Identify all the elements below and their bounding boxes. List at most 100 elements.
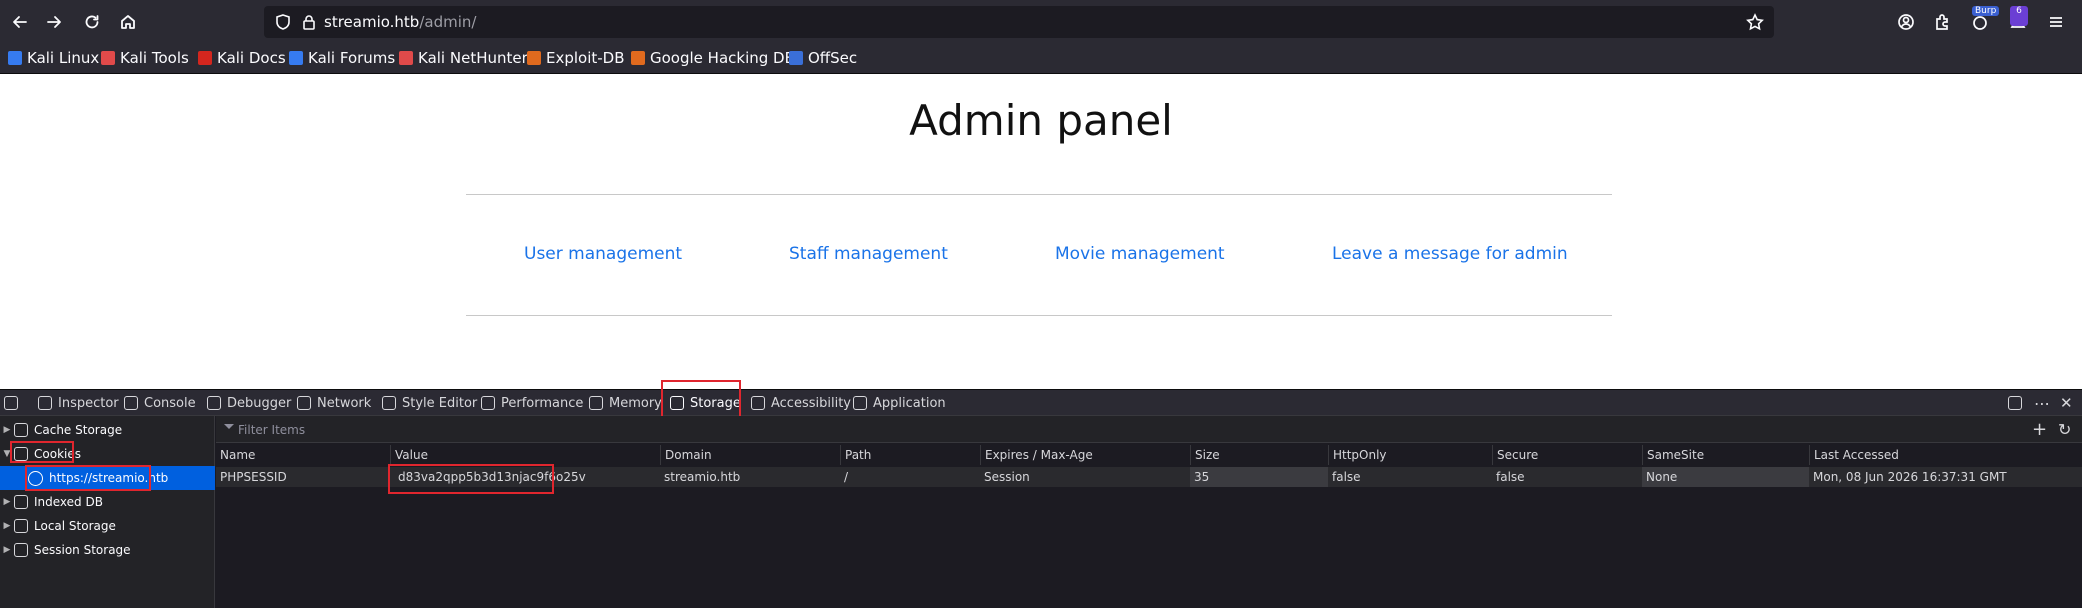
memory-icon	[589, 396, 603, 410]
tree-label: Cache Storage	[34, 423, 123, 437]
tab-application[interactable]: Application	[853, 390, 946, 416]
tab-style-editor[interactable]: Style Editor	[382, 390, 477, 416]
column-header-domain[interactable]: Domain	[660, 445, 712, 465]
cookie-expires-cell[interactable]: Session	[980, 467, 1030, 487]
tab-label: Performance	[501, 395, 584, 411]
tree-local-storage[interactable]: ▶ Local Storage	[0, 514, 215, 538]
tab-performance[interactable]: Performance	[481, 390, 583, 416]
bookmark-label: OffSec	[808, 49, 858, 67]
dock-button[interactable]	[2008, 390, 2022, 416]
page-title: Admin panel	[909, 96, 1173, 145]
bookmarks-toolbar: Kali Linux Kali Tools Kali Docs Kali For…	[0, 44, 2082, 74]
plus-icon: +	[2032, 419, 2048, 440]
burp-badge: Burp	[1972, 6, 2000, 16]
tree-session-storage[interactable]: ▶ Session Storage	[0, 538, 215, 562]
movie-management-link[interactable]: Movie management	[1055, 244, 1225, 264]
debugger-icon	[207, 396, 221, 410]
cookie-name-cell[interactable]: PHPSESSID	[216, 467, 287, 487]
offsec-icon	[789, 51, 803, 65]
kali-forums-icon	[289, 51, 303, 65]
network-icon	[297, 396, 311, 410]
cookie-httponly-cell[interactable]: false	[1328, 467, 1361, 487]
cookie-size-cell[interactable]: 35	[1190, 467, 1209, 487]
menu-icon[interactable]	[2044, 10, 2068, 34]
bookmark-offsec[interactable]: OffSec	[789, 49, 857, 67]
tab-memory[interactable]: Memory	[589, 390, 662, 416]
column-header-name[interactable]: Name	[216, 445, 255, 465]
bookmark-kali-docs[interactable]: Kali Docs	[198, 49, 286, 67]
cookie-last-accessed-cell[interactable]: Mon, 08 Jun 2026 16:37:31 GMT	[1809, 467, 2007, 487]
reload-button[interactable]	[78, 8, 106, 36]
url-text[interactable]: streamio.htb/admin/	[324, 13, 476, 31]
inspector-icon	[38, 396, 52, 410]
user-management-link[interactable]: User management	[524, 244, 682, 264]
extensions-icon[interactable]	[1930, 10, 1954, 34]
refresh-items-button[interactable]: ↻	[2058, 420, 2071, 439]
arrow-right-icon	[47, 16, 61, 28]
tab-debugger[interactable]: Debugger	[207, 390, 291, 416]
leave-message-link[interactable]: Leave a message for admin	[1332, 244, 1568, 264]
tree-label: Session Storage	[34, 543, 131, 557]
close-icon: ✕	[2060, 394, 2073, 412]
column-header-samesite[interactable]: SameSite	[1642, 445, 1704, 465]
dock-icon	[2008, 396, 2022, 410]
tree-label: Local Storage	[34, 519, 116, 533]
refresh-icon: ↻	[2058, 420, 2072, 439]
bookmark-label: Kali Forums	[308, 49, 396, 67]
cookie-path-cell[interactable]: /	[840, 467, 848, 487]
bookmark-kali-tools[interactable]: Kali Tools	[101, 49, 189, 67]
column-header-secure[interactable]: Secure	[1492, 445, 1538, 465]
bookmark-google-hacking-db[interactable]: Google Hacking DB	[631, 49, 795, 67]
exploit-db-icon	[527, 51, 541, 65]
cookie-samesite-cell[interactable]: None	[1642, 467, 1677, 487]
tab-label: Network	[317, 395, 372, 411]
filter-input[interactable]	[224, 421, 1924, 439]
bookmark-label: Kali Linux	[27, 49, 100, 67]
performance-icon	[481, 396, 495, 410]
lock-icon[interactable]	[300, 13, 318, 35]
url-bar[interactable]: streamio.htb/admin/	[264, 6, 1774, 38]
tab-inspector[interactable]: Inspector	[38, 390, 119, 416]
account-icon[interactable]	[1894, 10, 1918, 34]
tree-indexed-db[interactable]: ▶ Indexed DB	[0, 490, 215, 514]
column-header-size[interactable]: Size	[1190, 445, 1220, 465]
expand-arrow-icon[interactable]: ▶	[0, 425, 14, 435]
tab-accessibility[interactable]: Accessibility	[751, 390, 851, 416]
more-options-button[interactable]: ⋯	[2034, 390, 2050, 416]
highlight-storage-tab	[661, 380, 741, 420]
column-header-last-accessed[interactable]: Last Accessed	[1809, 445, 1899, 465]
tab-network[interactable]: Network	[297, 390, 371, 416]
bookmark-kali-nethunter[interactable]: Kali NetHunter	[399, 49, 528, 67]
application-icon	[853, 396, 867, 410]
column-header-path[interactable]: Path	[840, 445, 871, 465]
expand-arrow-icon[interactable]: ▶	[0, 497, 14, 507]
add-item-button[interactable]: +	[2032, 419, 2047, 440]
tree-cache-storage[interactable]: ▶ Cache Storage	[0, 418, 215, 442]
bookmark-star-icon[interactable]	[1746, 13, 1764, 35]
home-button[interactable]	[114, 8, 142, 36]
kali-docs-icon	[198, 51, 212, 65]
expand-arrow-icon[interactable]: ▶	[0, 521, 14, 531]
column-header-value[interactable]: Value	[390, 445, 428, 465]
cookie-domain-cell[interactable]: streamio.htb	[660, 467, 740, 487]
cookie-secure-cell[interactable]: false	[1492, 467, 1525, 487]
element-picker-button[interactable]	[4, 390, 18, 416]
column-header-expires[interactable]: Expires / Max-Age	[980, 445, 1093, 465]
bookmark-kali-linux[interactable]: Kali Linux	[8, 49, 99, 67]
tab-label: Debugger	[227, 395, 292, 411]
tab-console[interactable]: Console	[124, 390, 196, 416]
close-devtools-button[interactable]: ✕	[2060, 390, 2073, 416]
back-button[interactable]	[6, 8, 34, 36]
arrow-left-icon	[13, 16, 27, 28]
tracking-protection-icon[interactable]	[274, 13, 292, 35]
picker-icon	[4, 396, 18, 410]
devtools-toolbar: Inspector Console Debugger Network Style…	[0, 389, 2082, 416]
expand-arrow-icon[interactable]: ▶	[0, 545, 14, 555]
tree-label: Indexed DB	[34, 495, 103, 509]
bookmark-exploit-db[interactable]: Exploit-DB	[527, 49, 625, 67]
bookmark-kali-forums[interactable]: Kali Forums	[289, 49, 395, 67]
staff-management-link[interactable]: Staff management	[789, 244, 948, 264]
column-header-httponly[interactable]: HttpOnly	[1328, 445, 1387, 465]
kali-tools-icon	[101, 51, 115, 65]
forward-button[interactable]	[40, 8, 68, 36]
